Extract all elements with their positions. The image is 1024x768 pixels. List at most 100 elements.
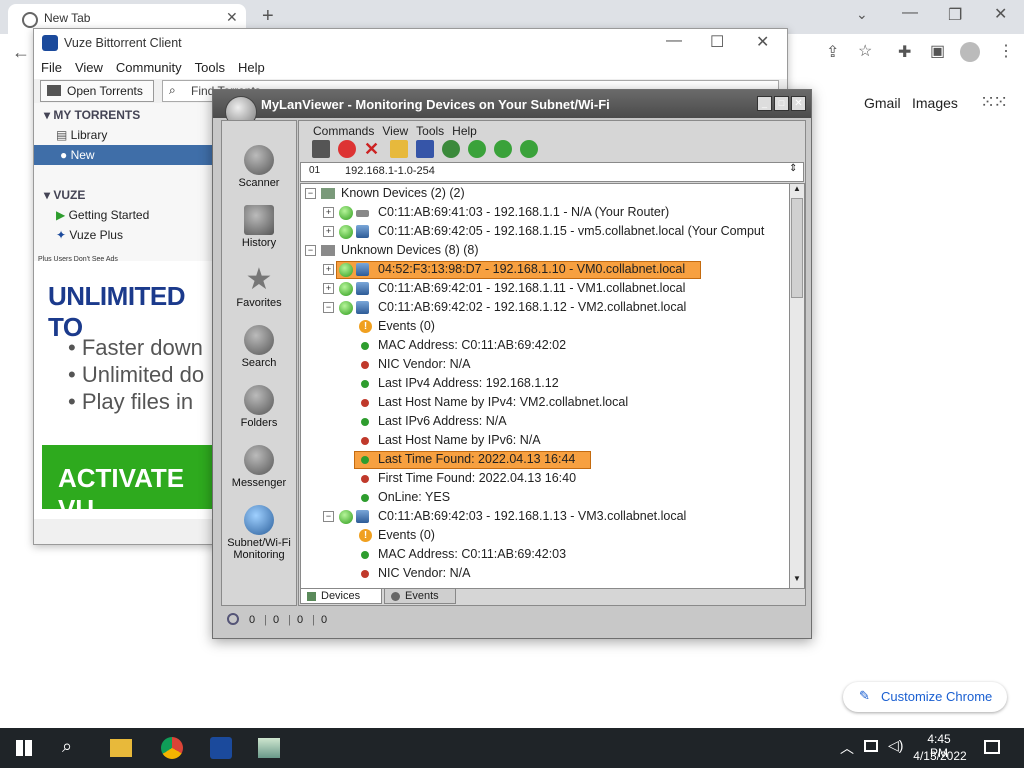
sidebar-item-getting-started[interactable]: ▶ Getting Started — [34, 205, 214, 225]
nav-search[interactable]: Search — [222, 325, 296, 369]
tree-row[interactable]: Last IPv6 Address: N/A — [301, 412, 789, 431]
windows-start-icon[interactable] — [16, 740, 32, 756]
profile-avatar[interactable] — [960, 42, 980, 62]
tree-row[interactable]: − C0:11:AB:69:42:02 - 192.168.1.12 - VM2… — [301, 298, 789, 317]
minimize-icon[interactable]: — — [902, 4, 918, 22]
nav-subnet-monitoring[interactable]: Subnet/Wi-Fi Monitoring — [222, 505, 296, 561]
vuze-menu-community[interactable]: Community — [116, 57, 182, 79]
mlv-menu-view[interactable]: View — [382, 122, 408, 140]
tree-row[interactable]: First Time Found: 2022.04.13 16:40 — [301, 469, 789, 488]
tree-row[interactable]: ! Events (0) — [301, 317, 789, 336]
scroll-down-icon[interactable]: ▼ — [793, 574, 801, 583]
sidebar-header-my-torrents[interactable]: ▾ MY TORRENTS — [34, 105, 214, 125]
restore-icon[interactable]: ❐ — [948, 5, 962, 25]
vuze-app-icon[interactable] — [210, 737, 232, 759]
bookmark-star-icon[interactable]: ☆ — [858, 41, 872, 61]
address-spin-icon[interactable]: ⇕ — [789, 163, 797, 174]
share-icon[interactable]: ⇪ — [826, 42, 839, 62]
mlv-minimize-icon[interactable]: _ — [757, 96, 772, 111]
vuze-menu-view[interactable]: View — [75, 57, 103, 79]
tree-row[interactable]: Last Host Name by IPv6: N/A — [301, 431, 789, 450]
stop-icon[interactable] — [338, 140, 356, 158]
nav-scanner[interactable]: Scanner — [222, 145, 296, 189]
vuze-close-icon[interactable]: ✕ — [756, 32, 769, 52]
mlv-menu-tools[interactable]: Tools — [416, 122, 444, 140]
folder-icon — [47, 85, 61, 96]
open-icon[interactable] — [390, 140, 408, 158]
tree-row[interactable]: ! Events (0) — [301, 526, 789, 545]
tab-search-icon[interactable]: ⌄ — [856, 6, 868, 23]
tree-scrollbar[interactable]: ▲ ▼ — [789, 183, 805, 589]
tree-row[interactable]: NIC Vendor: N/A — [301, 564, 789, 583]
tree-row[interactable]: OnLine: YES — [301, 488, 789, 507]
sidebar-item-vuze-plus[interactable]: ✦ Vuze Plus — [34, 225, 214, 245]
nav-folders[interactable]: Folders — [222, 385, 296, 429]
scroll-thumb[interactable] — [791, 198, 803, 298]
mlv-close-icon[interactable]: ✕ — [791, 96, 806, 111]
nav-messenger[interactable]: Messenger — [222, 445, 296, 489]
apps-grid-icon[interactable]: ⁙⁙ — [980, 92, 1008, 113]
mlv-menu-commands[interactable]: Commands — [313, 122, 374, 140]
tree-row[interactable]: MAC Address: C0:11:AB:69:42:02 — [301, 336, 789, 355]
close-icon[interactable]: ✕ — [994, 4, 1007, 24]
tree-group-unknown[interactable]: − Unknown Devices (8) (8) — [301, 241, 789, 260]
vuze-menu-help[interactable]: Help — [238, 57, 265, 79]
vuze-titlebar[interactable]: Vuze Bittorrent Client — ☐ ✕ — [34, 29, 787, 57]
volume-icon[interactable]: ◁) — [888, 737, 903, 754]
tree-row[interactable]: + C0:11:AB:69:42:05 - 192.168.1.15 - vm5… — [301, 222, 789, 241]
close-tab-icon[interactable]: ✕ — [226, 9, 238, 26]
notification-icon[interactable] — [984, 740, 1000, 754]
tree-group-known[interactable]: − Known Devices (2) (2) — [301, 184, 789, 203]
tree-row[interactable]: + C0:11:AB:69:41:03 - 192.168.1.1 - N/A … — [301, 203, 789, 222]
chrome-app-icon[interactable] — [161, 737, 183, 759]
new-tab-button[interactable]: + — [262, 5, 274, 28]
vuze-maximize-icon[interactable]: ☐ — [710, 32, 724, 52]
taskbar-search-icon[interactable]: ⌕ — [62, 736, 72, 757]
mlv-maximize-icon[interactable]: □ — [774, 96, 789, 111]
delete-icon[interactable]: ✕ — [364, 140, 382, 158]
network-icon[interactable] — [864, 740, 878, 752]
refresh-icon[interactable] — [520, 140, 538, 158]
vuze-menu-file[interactable]: File — [41, 57, 62, 79]
taskbar-date[interactable]: 4/13/2022 — [912, 749, 968, 763]
tree-row[interactable]: + 04:52:F3:13:98:D7 - 192.168.1.10 - VM0… — [301, 260, 789, 279]
extensions-icon[interactable]: ✚ — [898, 42, 911, 62]
ad-bullet-3: • Play files in — [68, 389, 194, 414]
sidebar-item-new[interactable]: ● New — [34, 145, 214, 165]
forward-arrow-icon[interactable] — [494, 140, 512, 158]
customize-chrome-button[interactable]: ✎ Customize Chrome — [843, 682, 1007, 712]
back-icon[interactable]: ← — [12, 42, 30, 63]
subnet-address-field[interactable]: 01 192.168.1-1.0-254 ⇕ — [300, 162, 804, 182]
tree-row[interactable]: − C0:11:AB:69:42:03 - 192.168.1.13 - VM3… — [301, 507, 789, 526]
save-icon[interactable] — [416, 140, 434, 158]
images-link[interactable]: Images — [912, 95, 958, 111]
mylanviewer-app-icon[interactable] — [258, 738, 280, 758]
tree-row[interactable]: Last Host Name by IPv4: VM2.collabnet.lo… — [301, 393, 789, 412]
tray-chevron-icon[interactable]: ︿ — [840, 738, 854, 758]
side-panel-icon[interactable]: ▣ — [930, 41, 945, 61]
mlv-titlebar[interactable]: MyLanViewer - Monitoring Devices on Your… — [213, 90, 811, 128]
activate-button[interactable]: ACTIVATE VU — [42, 445, 214, 524]
nav-history[interactable]: History — [222, 205, 296, 249]
tree-row[interactable]: Last IPv4 Address: 192.168.1.12 — [301, 374, 789, 393]
file-explorer-icon[interactable] — [110, 739, 132, 757]
scroll-up-icon[interactable]: ▲ — [793, 184, 801, 193]
tree-row[interactable]: NIC Vendor: N/A — [301, 355, 789, 374]
sidebar-item-library[interactable]: ▤ Library — [34, 125, 214, 145]
sidebar-header-vuze[interactable]: ▾ VUZE — [34, 185, 214, 205]
vuze-menu-tools[interactable]: Tools — [195, 57, 225, 79]
chrome-menu-icon[interactable]: ⋮ — [998, 41, 1014, 61]
mlv-menu-help[interactable]: Help — [452, 122, 477, 140]
tab-devices[interactable]: Devices — [300, 588, 382, 604]
tab-events[interactable]: Events — [384, 588, 456, 604]
vuze-minimize-icon[interactable]: — — [666, 32, 682, 50]
nav-favorites[interactable]: ★ Favorites — [222, 265, 296, 310]
export-icon[interactable] — [312, 140, 330, 158]
tree-row[interactable]: Last Time Found: 2022.04.13 16:44 — [301, 450, 789, 469]
tree-row[interactable]: MAC Address: C0:11:AB:69:42:03 — [301, 545, 789, 564]
gmail-link[interactable]: Gmail — [864, 95, 901, 111]
find-icon[interactable] — [442, 140, 460, 158]
back-arrow-icon[interactable] — [468, 140, 486, 158]
open-torrents-button[interactable]: Open Torrents — [40, 80, 154, 102]
tree-row[interactable]: + C0:11:AB:69:42:01 - 192.168.1.11 - VM1… — [301, 279, 789, 298]
